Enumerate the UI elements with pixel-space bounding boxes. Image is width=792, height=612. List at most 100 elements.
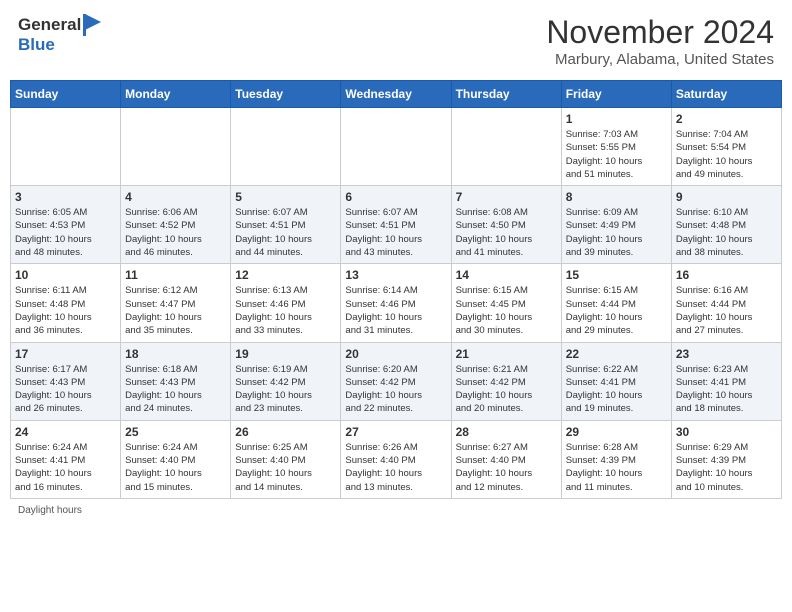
day-info: Sunrise: 6:11 AM Sunset: 4:48 PM Dayligh… bbox=[15, 284, 116, 337]
calendar-cell: 21 Sunrise: 6:21 AM Sunset: 4:42 PM Dayli… bbox=[451, 342, 561, 420]
calendar-cell: 20 Sunrise: 6:20 AM Sunset: 4:42 PM Dayli… bbox=[341, 342, 451, 420]
calendar-cell: 17 Sunrise: 6:17 AM Sunset: 4:43 PM Dayli… bbox=[11, 342, 121, 420]
calendar-week-4: 17 Sunrise: 6:17 AM Sunset: 4:43 PM Dayli… bbox=[11, 342, 782, 420]
day-number: 27 bbox=[345, 425, 446, 439]
footer: Daylight hours bbox=[10, 505, 782, 516]
calendar-cell: 7Sunrise: 6:08 AM Sunset: 4:50 PM Daylig… bbox=[451, 186, 561, 264]
day-number: 20 bbox=[345, 347, 446, 361]
calendar-cell: 14 Sunrise: 6:15 AM Sunset: 4:45 PM Dayli… bbox=[451, 264, 561, 342]
day-info: Sunrise: 6:16 AM Sunset: 4:44 PM Dayligh… bbox=[676, 284, 777, 337]
calendar-cell: 29 Sunrise: 6:28 AM Sunset: 4:39 PM Dayli… bbox=[561, 420, 671, 498]
calendar-week-3: 10 Sunrise: 6:11 AM Sunset: 4:48 PM Dayli… bbox=[11, 264, 782, 342]
day-number: 17 bbox=[15, 347, 116, 361]
calendar-week-5: 24Sunrise: 6:24 AM Sunset: 4:41 PM Dayli… bbox=[11, 420, 782, 498]
day-info: Sunrise: 6:12 AM Sunset: 4:47 PM Dayligh… bbox=[125, 284, 226, 337]
calendar-cell: 25 Sunrise: 6:24 AM Sunset: 4:40 PM Dayli… bbox=[121, 420, 231, 498]
day-number: 25 bbox=[125, 425, 226, 439]
day-info: Sunrise: 6:21 AM Sunset: 4:42 PM Dayligh… bbox=[456, 363, 557, 416]
weekday-header-thursday: Thursday bbox=[451, 81, 561, 108]
day-number: 1 bbox=[566, 112, 667, 126]
calendar-cell: 23Sunrise: 6:23 AM Sunset: 4:41 PM Dayli… bbox=[671, 342, 781, 420]
location: Marbury, Alabama, United States bbox=[546, 51, 774, 68]
day-info: Sunrise: 6:18 AM Sunset: 4:43 PM Dayligh… bbox=[125, 363, 226, 416]
logo-blue-text: Blue bbox=[18, 35, 55, 54]
day-number: 5 bbox=[235, 190, 336, 204]
month-title: November 2024 bbox=[546, 14, 774, 51]
calendar-cell: 24Sunrise: 6:24 AM Sunset: 4:41 PM Dayli… bbox=[11, 420, 121, 498]
day-number: 26 bbox=[235, 425, 336, 439]
weekday-header-monday: Monday bbox=[121, 81, 231, 108]
calendar-cell bbox=[11, 108, 121, 186]
day-info: Sunrise: 6:14 AM Sunset: 4:46 PM Dayligh… bbox=[345, 284, 446, 337]
day-info: Sunrise: 6:20 AM Sunset: 4:42 PM Dayligh… bbox=[345, 363, 446, 416]
day-info: Sunrise: 6:22 AM Sunset: 4:41 PM Dayligh… bbox=[566, 363, 667, 416]
page-header: General Blue November 2024 Marbury, Alab… bbox=[10, 10, 782, 72]
day-number: 14 bbox=[456, 268, 557, 282]
day-info: Sunrise: 6:19 AM Sunset: 4:42 PM Dayligh… bbox=[235, 363, 336, 416]
day-info: Sunrise: 6:15 AM Sunset: 4:44 PM Dayligh… bbox=[566, 284, 667, 337]
calendar-cell: 27 Sunrise: 6:26 AM Sunset: 4:40 PM Dayli… bbox=[341, 420, 451, 498]
day-info: Sunrise: 6:06 AM Sunset: 4:52 PM Dayligh… bbox=[125, 206, 226, 259]
day-number: 4 bbox=[125, 190, 226, 204]
day-number: 2 bbox=[676, 112, 777, 126]
day-number: 23 bbox=[676, 347, 777, 361]
calendar-cell: 30 Sunrise: 6:29 AM Sunset: 4:39 PM Dayli… bbox=[671, 420, 781, 498]
day-info: Sunrise: 6:25 AM Sunset: 4:40 PM Dayligh… bbox=[235, 441, 336, 494]
day-info: Sunrise: 6:26 AM Sunset: 4:40 PM Dayligh… bbox=[345, 441, 446, 494]
calendar-cell: 4 Sunrise: 6:06 AM Sunset: 4:52 PM Daylig… bbox=[121, 186, 231, 264]
day-info: Sunrise: 6:07 AM Sunset: 4:51 PM Dayligh… bbox=[345, 206, 446, 259]
day-number: 29 bbox=[566, 425, 667, 439]
day-number: 16 bbox=[676, 268, 777, 282]
calendar-cell: 6 Sunrise: 6:07 AM Sunset: 4:51 PM Daylig… bbox=[341, 186, 451, 264]
day-info: Sunrise: 6:17 AM Sunset: 4:43 PM Dayligh… bbox=[15, 363, 116, 416]
calendar-cell: 28 Sunrise: 6:27 AM Sunset: 4:40 PM Dayli… bbox=[451, 420, 561, 498]
day-number: 3 bbox=[15, 190, 116, 204]
day-info: Sunrise: 6:13 AM Sunset: 4:46 PM Dayligh… bbox=[235, 284, 336, 337]
day-number: 28 bbox=[456, 425, 557, 439]
calendar-cell: 22 Sunrise: 6:22 AM Sunset: 4:41 PM Dayli… bbox=[561, 342, 671, 420]
day-info: Sunrise: 6:10 AM Sunset: 4:48 PM Dayligh… bbox=[676, 206, 777, 259]
day-number: 11 bbox=[125, 268, 226, 282]
day-number: 6 bbox=[345, 190, 446, 204]
calendar-cell: 18Sunrise: 6:18 AM Sunset: 4:43 PM Dayli… bbox=[121, 342, 231, 420]
calendar-cell: 15Sunrise: 6:15 AM Sunset: 4:44 PM Dayli… bbox=[561, 264, 671, 342]
calendar-cell: 2Sunrise: 7:04 AM Sunset: 5:54 PM Daylig… bbox=[671, 108, 781, 186]
weekday-header-row: SundayMondayTuesdayWednesdayThursdayFrid… bbox=[11, 81, 782, 108]
calendar-cell: 5Sunrise: 6:07 AM Sunset: 4:51 PM Daylig… bbox=[231, 186, 341, 264]
calendar-cell: 12 Sunrise: 6:13 AM Sunset: 4:46 PM Dayli… bbox=[231, 264, 341, 342]
weekday-header-saturday: Saturday bbox=[671, 81, 781, 108]
day-info: Sunrise: 7:03 AM Sunset: 5:55 PM Dayligh… bbox=[566, 128, 667, 181]
weekday-header-friday: Friday bbox=[561, 81, 671, 108]
day-info: Sunrise: 6:29 AM Sunset: 4:39 PM Dayligh… bbox=[676, 441, 777, 494]
calendar-cell: 11 Sunrise: 6:12 AM Sunset: 4:47 PM Dayli… bbox=[121, 264, 231, 342]
weekday-header-tuesday: Tuesday bbox=[231, 81, 341, 108]
day-number: 8 bbox=[566, 190, 667, 204]
day-info: Sunrise: 6:15 AM Sunset: 4:45 PM Dayligh… bbox=[456, 284, 557, 337]
calendar-cell: 10 Sunrise: 6:11 AM Sunset: 4:48 PM Dayli… bbox=[11, 264, 121, 342]
day-number: 24 bbox=[15, 425, 116, 439]
day-number: 9 bbox=[676, 190, 777, 204]
day-number: 12 bbox=[235, 268, 336, 282]
calendar-cell: 3 Sunrise: 6:05 AM Sunset: 4:53 PM Daylig… bbox=[11, 186, 121, 264]
calendar-cell bbox=[121, 108, 231, 186]
day-info: Sunrise: 6:24 AM Sunset: 4:40 PM Dayligh… bbox=[125, 441, 226, 494]
calendar-week-1: 1 Sunrise: 7:03 AM Sunset: 5:55 PM Daylig… bbox=[11, 108, 782, 186]
day-info: Sunrise: 6:27 AM Sunset: 4:40 PM Dayligh… bbox=[456, 441, 557, 494]
day-number: 10 bbox=[15, 268, 116, 282]
calendar-cell: 9 Sunrise: 6:10 AM Sunset: 4:48 PM Daylig… bbox=[671, 186, 781, 264]
weekday-header-wednesday: Wednesday bbox=[341, 81, 451, 108]
day-info: Sunrise: 6:05 AM Sunset: 4:53 PM Dayligh… bbox=[15, 206, 116, 259]
calendar-cell: 8Sunrise: 6:09 AM Sunset: 4:49 PM Daylig… bbox=[561, 186, 671, 264]
calendar-cell bbox=[341, 108, 451, 186]
calendar-cell: 1 Sunrise: 7:03 AM Sunset: 5:55 PM Daylig… bbox=[561, 108, 671, 186]
day-info: Sunrise: 6:28 AM Sunset: 4:39 PM Dayligh… bbox=[566, 441, 667, 494]
weekday-header-sunday: Sunday bbox=[11, 81, 121, 108]
day-number: 21 bbox=[456, 347, 557, 361]
logo-general-text: General bbox=[18, 16, 81, 35]
calendar-cell: 19Sunrise: 6:19 AM Sunset: 4:42 PM Dayli… bbox=[231, 342, 341, 420]
day-number: 22 bbox=[566, 347, 667, 361]
day-number: 30 bbox=[676, 425, 777, 439]
calendar-cell bbox=[231, 108, 341, 186]
logo-flag-icon bbox=[83, 14, 101, 36]
title-section: November 2024 Marbury, Alabama, United S… bbox=[546, 14, 774, 68]
